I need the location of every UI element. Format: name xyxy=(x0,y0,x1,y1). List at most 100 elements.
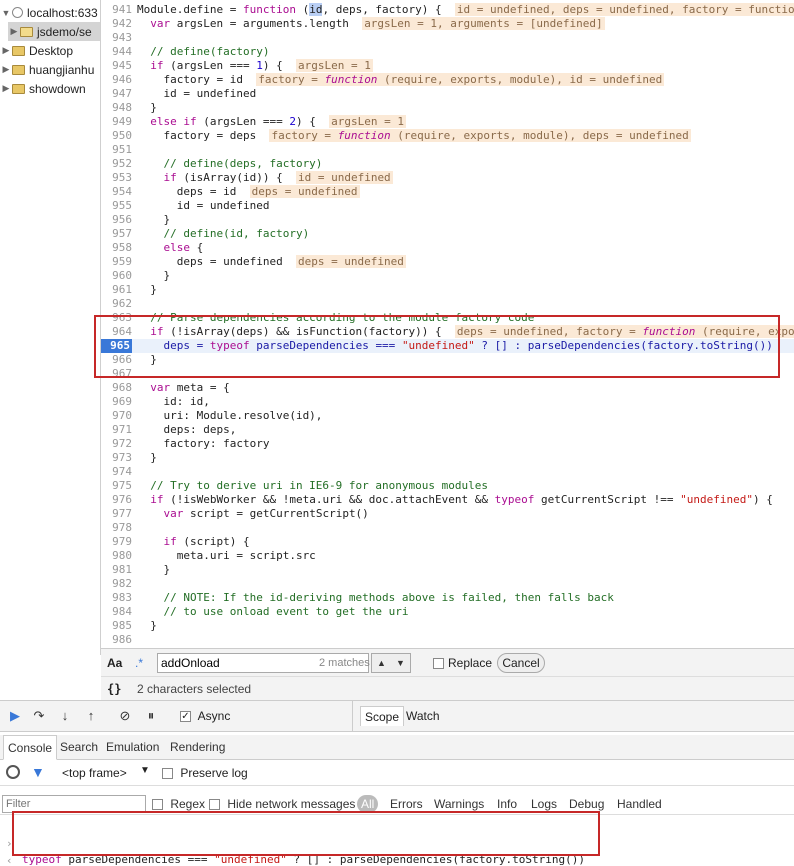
code-line[interactable]: 983 // NOTE: If the id-deriving methods … xyxy=(101,591,794,605)
code-line[interactable]: 974 xyxy=(101,465,794,479)
line-number[interactable]: 971 xyxy=(101,423,132,437)
code-line[interactable]: 971 deps: deps, xyxy=(101,423,794,437)
code-line[interactable]: 972 factory: factory xyxy=(101,437,794,451)
line-number[interactable]: 972 xyxy=(101,437,132,451)
line-number[interactable]: 956 xyxy=(101,213,132,227)
line-number[interactable]: 976 xyxy=(101,493,132,507)
code-line[interactable]: 946 factory = id factory = function (req… xyxy=(101,73,794,87)
code-line[interactable]: 958 else { xyxy=(101,241,794,255)
tab-rendering[interactable]: Rendering xyxy=(166,735,229,760)
code-line[interactable]: 977 var script = getCurrentScript() xyxy=(101,507,794,521)
step-out-icon[interactable]: ↑ xyxy=(82,707,100,725)
checkbox-icon[interactable] xyxy=(152,799,163,811)
line-number[interactable]: 952 xyxy=(101,157,132,171)
tab-watch[interactable]: Watch xyxy=(402,706,444,726)
code-line[interactable]: 986 xyxy=(101,633,794,647)
code-line[interactable]: 976 if (!isWebWorker && !meta.uri && doc… xyxy=(101,493,794,507)
line-number[interactable]: 947 xyxy=(101,87,132,101)
chevron-right-icon[interactable]: ▶ xyxy=(0,83,12,94)
clear-console-icon[interactable] xyxy=(6,765,20,779)
code-line[interactable]: 979 if (script) { xyxy=(101,535,794,549)
line-number[interactable]: 973 xyxy=(101,451,132,465)
code-line[interactable]: 952 // define(deps, factory) xyxy=(101,157,794,171)
line-number[interactable]: 959 xyxy=(101,255,132,269)
line-number[interactable]: 960 xyxy=(101,269,132,283)
line-number[interactable]: 969 xyxy=(101,395,132,409)
code-line[interactable]: 953 if (isArray(id)) { id = undefined xyxy=(101,171,794,185)
code-line[interactable]: 984 // to use onload event to get the ur… xyxy=(101,605,794,619)
frame-select[interactable]: <top frame> xyxy=(62,766,127,780)
pane-divider[interactable] xyxy=(352,700,353,732)
line-number[interactable]: 957 xyxy=(101,227,132,241)
code-line[interactable]: 970 uri: Module.resolve(id), xyxy=(101,409,794,423)
chevron-right-icon[interactable]: ▶ xyxy=(0,45,12,56)
line-number[interactable]: 954 xyxy=(101,185,132,199)
line-number[interactable]: 949 xyxy=(101,115,132,129)
code-line[interactable]: 955 id = undefined xyxy=(101,199,794,213)
search-prev-button[interactable]: ▲ xyxy=(372,654,391,672)
code-line[interactable]: 978 xyxy=(101,521,794,535)
search-next-button[interactable]: ▼ xyxy=(391,654,410,672)
code-line[interactable]: 975 // Try to derive uri in IE6-9 for an… xyxy=(101,479,794,493)
line-number[interactable]: 985 xyxy=(101,619,132,633)
deactivate-breakpoints-icon[interactable]: ⊘ xyxy=(116,707,134,725)
preserve-log-checkbox[interactable]: Preserve log xyxy=(162,766,248,780)
checkbox-icon[interactable] xyxy=(433,657,444,669)
line-number[interactable]: 950 xyxy=(101,129,132,143)
checkbox-icon[interactable] xyxy=(209,799,220,811)
replace-checkbox[interactable]: Replace xyxy=(433,649,492,677)
code-line[interactable]: 961 } xyxy=(101,283,794,297)
regex-toggle[interactable]: .* xyxy=(135,649,143,677)
tab-console[interactable]: Console xyxy=(3,735,58,760)
line-number[interactable]: 958 xyxy=(101,241,132,255)
line-number[interactable]: 983 xyxy=(101,591,132,605)
line-number[interactable]: 951 xyxy=(101,143,132,157)
code-line[interactable]: 973 } xyxy=(101,451,794,465)
line-number[interactable]: 980 xyxy=(101,549,132,563)
pause-on-exceptions-icon[interactable]: ⏸ xyxy=(142,707,160,725)
step-over-icon[interactable]: ↷ xyxy=(30,707,48,725)
code-line[interactable]: 948 } xyxy=(101,101,794,115)
line-number[interactable]: 968 xyxy=(101,381,132,395)
pretty-print-button[interactable]: {} xyxy=(107,677,121,701)
tree-item-desktop[interactable]: ▶ Desktop xyxy=(0,41,74,60)
tree-item-showdown[interactable]: ▶ showdown xyxy=(0,79,86,98)
code-line[interactable]: 951 xyxy=(101,143,794,157)
chevron-right-icon[interactable]: ▶ xyxy=(0,64,12,75)
code-line[interactable]: 969 id: id, xyxy=(101,395,794,409)
line-number[interactable]: 974 xyxy=(101,465,132,479)
code-line[interactable]: 956 } xyxy=(101,213,794,227)
tree-item-jsdemo[interactable]: ▶ jsdemo/se xyxy=(8,22,100,41)
code-line[interactable]: 981 } xyxy=(101,563,794,577)
code-line[interactable]: 945 if (argsLen === 1) { argsLen = 1 xyxy=(101,59,794,73)
line-number[interactable]: 970 xyxy=(101,409,132,423)
code-line[interactable]: 950 factory = deps factory = function (r… xyxy=(101,129,794,143)
line-number[interactable]: 948 xyxy=(101,101,132,115)
async-checkbox[interactable]: ✓ Async xyxy=(180,709,230,723)
resume-icon[interactable]: ▶ xyxy=(6,707,24,725)
line-number[interactable]: 986 xyxy=(101,633,132,647)
line-number[interactable]: 946 xyxy=(101,73,132,87)
checkbox-checked-icon[interactable]: ✓ xyxy=(180,711,191,723)
code-line[interactable]: 957 // define(id, factory) xyxy=(101,227,794,241)
line-number[interactable]: 945 xyxy=(101,59,132,73)
line-number[interactable]: 942 xyxy=(101,17,132,31)
line-number[interactable]: 977 xyxy=(101,507,132,521)
tab-emulation[interactable]: Emulation xyxy=(102,735,163,760)
code-line[interactable]: 985 } xyxy=(101,619,794,633)
code-line[interactable]: 947 id = undefined xyxy=(101,87,794,101)
code-line[interactable]: 968 var meta = { xyxy=(101,381,794,395)
chevron-down-icon[interactable]: ▼ xyxy=(0,8,12,18)
code-line[interactable]: 960 } xyxy=(101,269,794,283)
code-line[interactable]: 980 meta.uri = script.src xyxy=(101,549,794,563)
cancel-button[interactable]: Cancel xyxy=(497,653,545,673)
code-line[interactable]: 942 var argsLen = arguments.length argsL… xyxy=(101,17,794,31)
line-number[interactable]: 944 xyxy=(101,45,132,59)
filter-icon[interactable]: ▼ xyxy=(31,764,45,780)
line-number[interactable]: 953 xyxy=(101,171,132,185)
code-line[interactable]: 962 xyxy=(101,297,794,311)
tab-search[interactable]: Search xyxy=(56,735,102,760)
line-number[interactable]: 981 xyxy=(101,563,132,577)
code-line[interactable]: 949 else if (argsLen === 2) { argsLen = … xyxy=(101,115,794,129)
code-line[interactable]: 941 Module.define = function (id, deps, f… xyxy=(101,3,794,17)
